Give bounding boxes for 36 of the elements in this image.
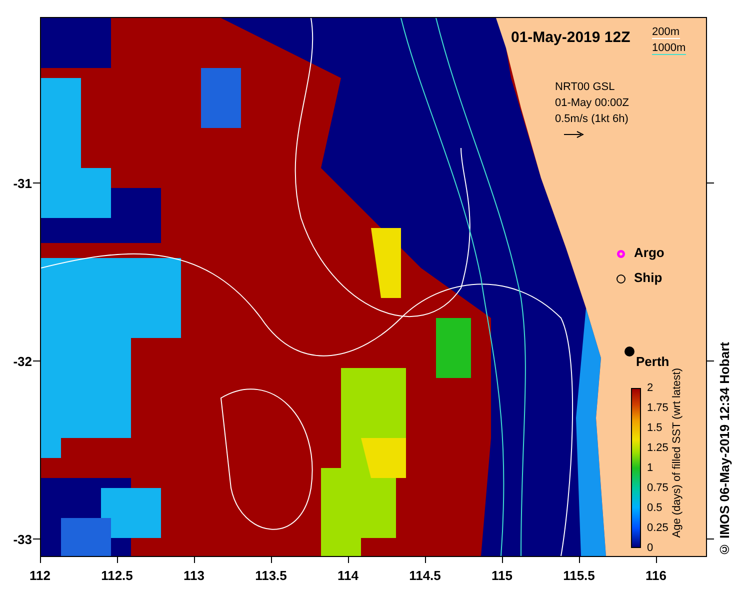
credit-text: © IMOS 06-May-2019 12:34 Hobart [716, 342, 733, 557]
city-dot-icon [624, 346, 635, 357]
axis-tick-label: 112 [30, 569, 50, 582]
axis-tick-label: 112.5 [101, 569, 133, 582]
colorbar-tick-label: 1 [647, 462, 654, 474]
colorbar-tick-label: 0.25 [647, 522, 668, 534]
axis-tick-label: 114 [338, 569, 358, 582]
legend-label: Argo [634, 246, 664, 260]
axis-tick-label: -33 [13, 533, 32, 546]
axis-tick-label: 113 [184, 569, 204, 582]
ship-circle-icon [616, 274, 626, 284]
current-note: 01-May 00:00Z [555, 97, 629, 110]
legend-label: Ship [634, 271, 662, 286]
colorbar-tick-label: 0.75 [647, 482, 668, 494]
axis-tick-label: 115 [492, 569, 512, 582]
city-label: Perth [636, 355, 670, 370]
current-note: NRT00 GSL [555, 81, 615, 94]
depth-legend-label: 1000m [652, 42, 686, 56]
colorbar-title: Age (days) of filled SST (wrt latest) [671, 368, 684, 538]
colorbar-tick-label: 2 [647, 382, 654, 394]
axis-tick-label: 116 [646, 569, 666, 582]
vector-arrow-icon [564, 131, 584, 138]
argo-dot-icon [616, 249, 626, 259]
axis-tick-label: 115.5 [563, 569, 595, 582]
colorbar-tick-label: 1.25 [647, 442, 668, 454]
map-title: 01-May-2019 12Z [511, 30, 630, 46]
axis-tick-label: 113.5 [255, 569, 287, 582]
axis-tick-label: -32 [13, 355, 32, 368]
colorbar-tick-label: 0 [647, 542, 654, 554]
depth-legend-label: 200m [652, 26, 680, 40]
current-note: 0.5m/s (1kt 6h) [555, 113, 628, 126]
colorbar-tick-label: 1.75 [647, 402, 668, 414]
axis-tick-label: -31 [13, 177, 32, 190]
colorbar-tick-label: 1.5 [647, 422, 662, 434]
axis-tick-label: 114.5 [409, 569, 441, 582]
colorbar-tick-label: 0.5 [647, 502, 662, 514]
